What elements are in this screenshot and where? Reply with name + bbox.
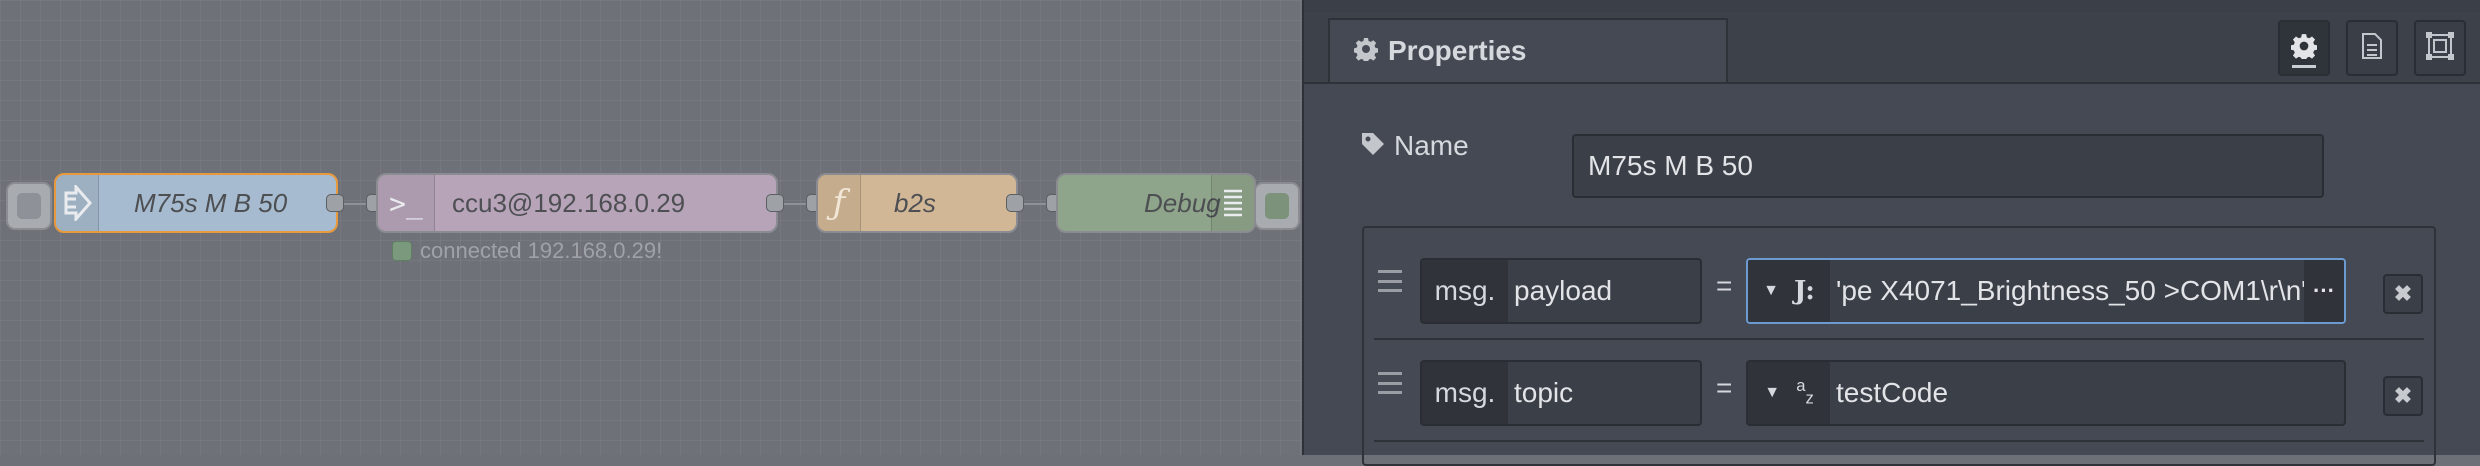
equals-sign: =: [1716, 372, 1733, 403]
frame-icon: [2426, 31, 2454, 65]
appearance-button[interactable]: [2414, 20, 2466, 76]
exec-node[interactable]: >_ ccu3@192.168.0.29: [376, 173, 778, 233]
settings-button[interactable]: [2278, 20, 2330, 76]
output-port[interactable]: [766, 194, 784, 212]
exec-status: connected 192.168.0.29!: [392, 238, 662, 264]
delete-rule-button[interactable]: ✖: [2383, 274, 2423, 314]
node-label: ccu3@192.168.0.29: [452, 187, 686, 218]
status-text: connected 192.168.0.29!: [420, 238, 663, 263]
tab-label: Properties: [1388, 35, 1527, 66]
drag-handle-icon[interactable]: [1378, 270, 1402, 292]
json-icon: J:: [1794, 276, 1815, 306]
status-dot: [392, 241, 412, 261]
debug-list-icon: [1211, 175, 1254, 231]
delete-rule-button[interactable]: ✖: [2383, 376, 2423, 416]
output-port[interactable]: [326, 194, 344, 212]
inject-arrow-icon: [56, 175, 99, 231]
change-rules-list: msg. payload = ▼ J: 'pe X4071_Brightness…: [1362, 226, 2436, 466]
caret-down-icon: ▼: [1764, 384, 1781, 401]
gear-icon: [2290, 33, 2318, 64]
panel-tab-bar: Properties: [1304, 12, 2480, 84]
property-name: topic: [1514, 377, 1574, 408]
terminal-icon: >_: [378, 175, 435, 231]
document-icon: [2360, 32, 2384, 65]
msg-prefix: msg.: [1422, 260, 1508, 322]
rule-divider: [1374, 440, 2424, 442]
drag-handle-icon[interactable]: [1378, 372, 1402, 394]
expand-editor-button[interactable]: ···: [2304, 260, 2344, 322]
value-type-select[interactable]: ▼ J:: [1748, 260, 1830, 322]
name-label-row: Name: [1360, 130, 1469, 162]
value-input[interactable]: ▼ J: 'pe X4071_Brightness_50 >COM1\r\n" …: [1746, 258, 2346, 324]
node-label: b2s: [894, 187, 936, 218]
function-node[interactable]: ƒ b2s: [816, 173, 1018, 233]
property-input[interactable]: msg. topic: [1420, 360, 1702, 426]
node-properties-panel: Properties Name msg.: [1302, 0, 2480, 466]
node-label: Debug: [1144, 187, 1221, 218]
value-input[interactable]: ▼ az testCode: [1746, 360, 2346, 426]
caret-down-icon: ▼: [1763, 282, 1779, 299]
rule-row: msg. payload = ▼ J: 'pe X4071_Brightness…: [1364, 232, 2434, 332]
function-icon: ƒ: [818, 175, 861, 231]
rule-row: msg. topic = ▼ az testCode ✖: [1364, 334, 2434, 434]
value-text: 'pe X4071_Brightness_50 >COM1\r\n": [1836, 275, 2304, 306]
description-button[interactable]: [2346, 20, 2398, 76]
name-input[interactable]: [1572, 134, 2324, 198]
string-az-icon: az: [1796, 376, 1814, 408]
output-port[interactable]: [1006, 194, 1024, 212]
value-type-select[interactable]: ▼ az: [1748, 362, 1830, 424]
tag-icon: [1360, 131, 1386, 162]
property-input[interactable]: msg. payload: [1420, 258, 1702, 324]
flow-canvas[interactable]: M75s M B 50 >_ ccu3@192.168.0.29 connect…: [0, 0, 1302, 455]
node-label: M75s M B 50: [134, 187, 288, 218]
debug-node[interactable]: Debug: [1056, 173, 1256, 233]
value-text: testCode: [1836, 377, 1949, 408]
tab-properties[interactable]: Properties: [1328, 18, 1728, 82]
debug-toggle-button[interactable]: [1254, 182, 1300, 230]
name-label: Name: [1394, 130, 1469, 161]
gear-icon: [1353, 37, 1379, 66]
msg-prefix: msg.: [1422, 362, 1508, 424]
inject-trigger-button[interactable]: [6, 182, 52, 230]
property-name: payload: [1514, 275, 1613, 306]
inject-node[interactable]: M75s M B 50: [54, 173, 338, 233]
equals-sign: =: [1716, 270, 1733, 301]
